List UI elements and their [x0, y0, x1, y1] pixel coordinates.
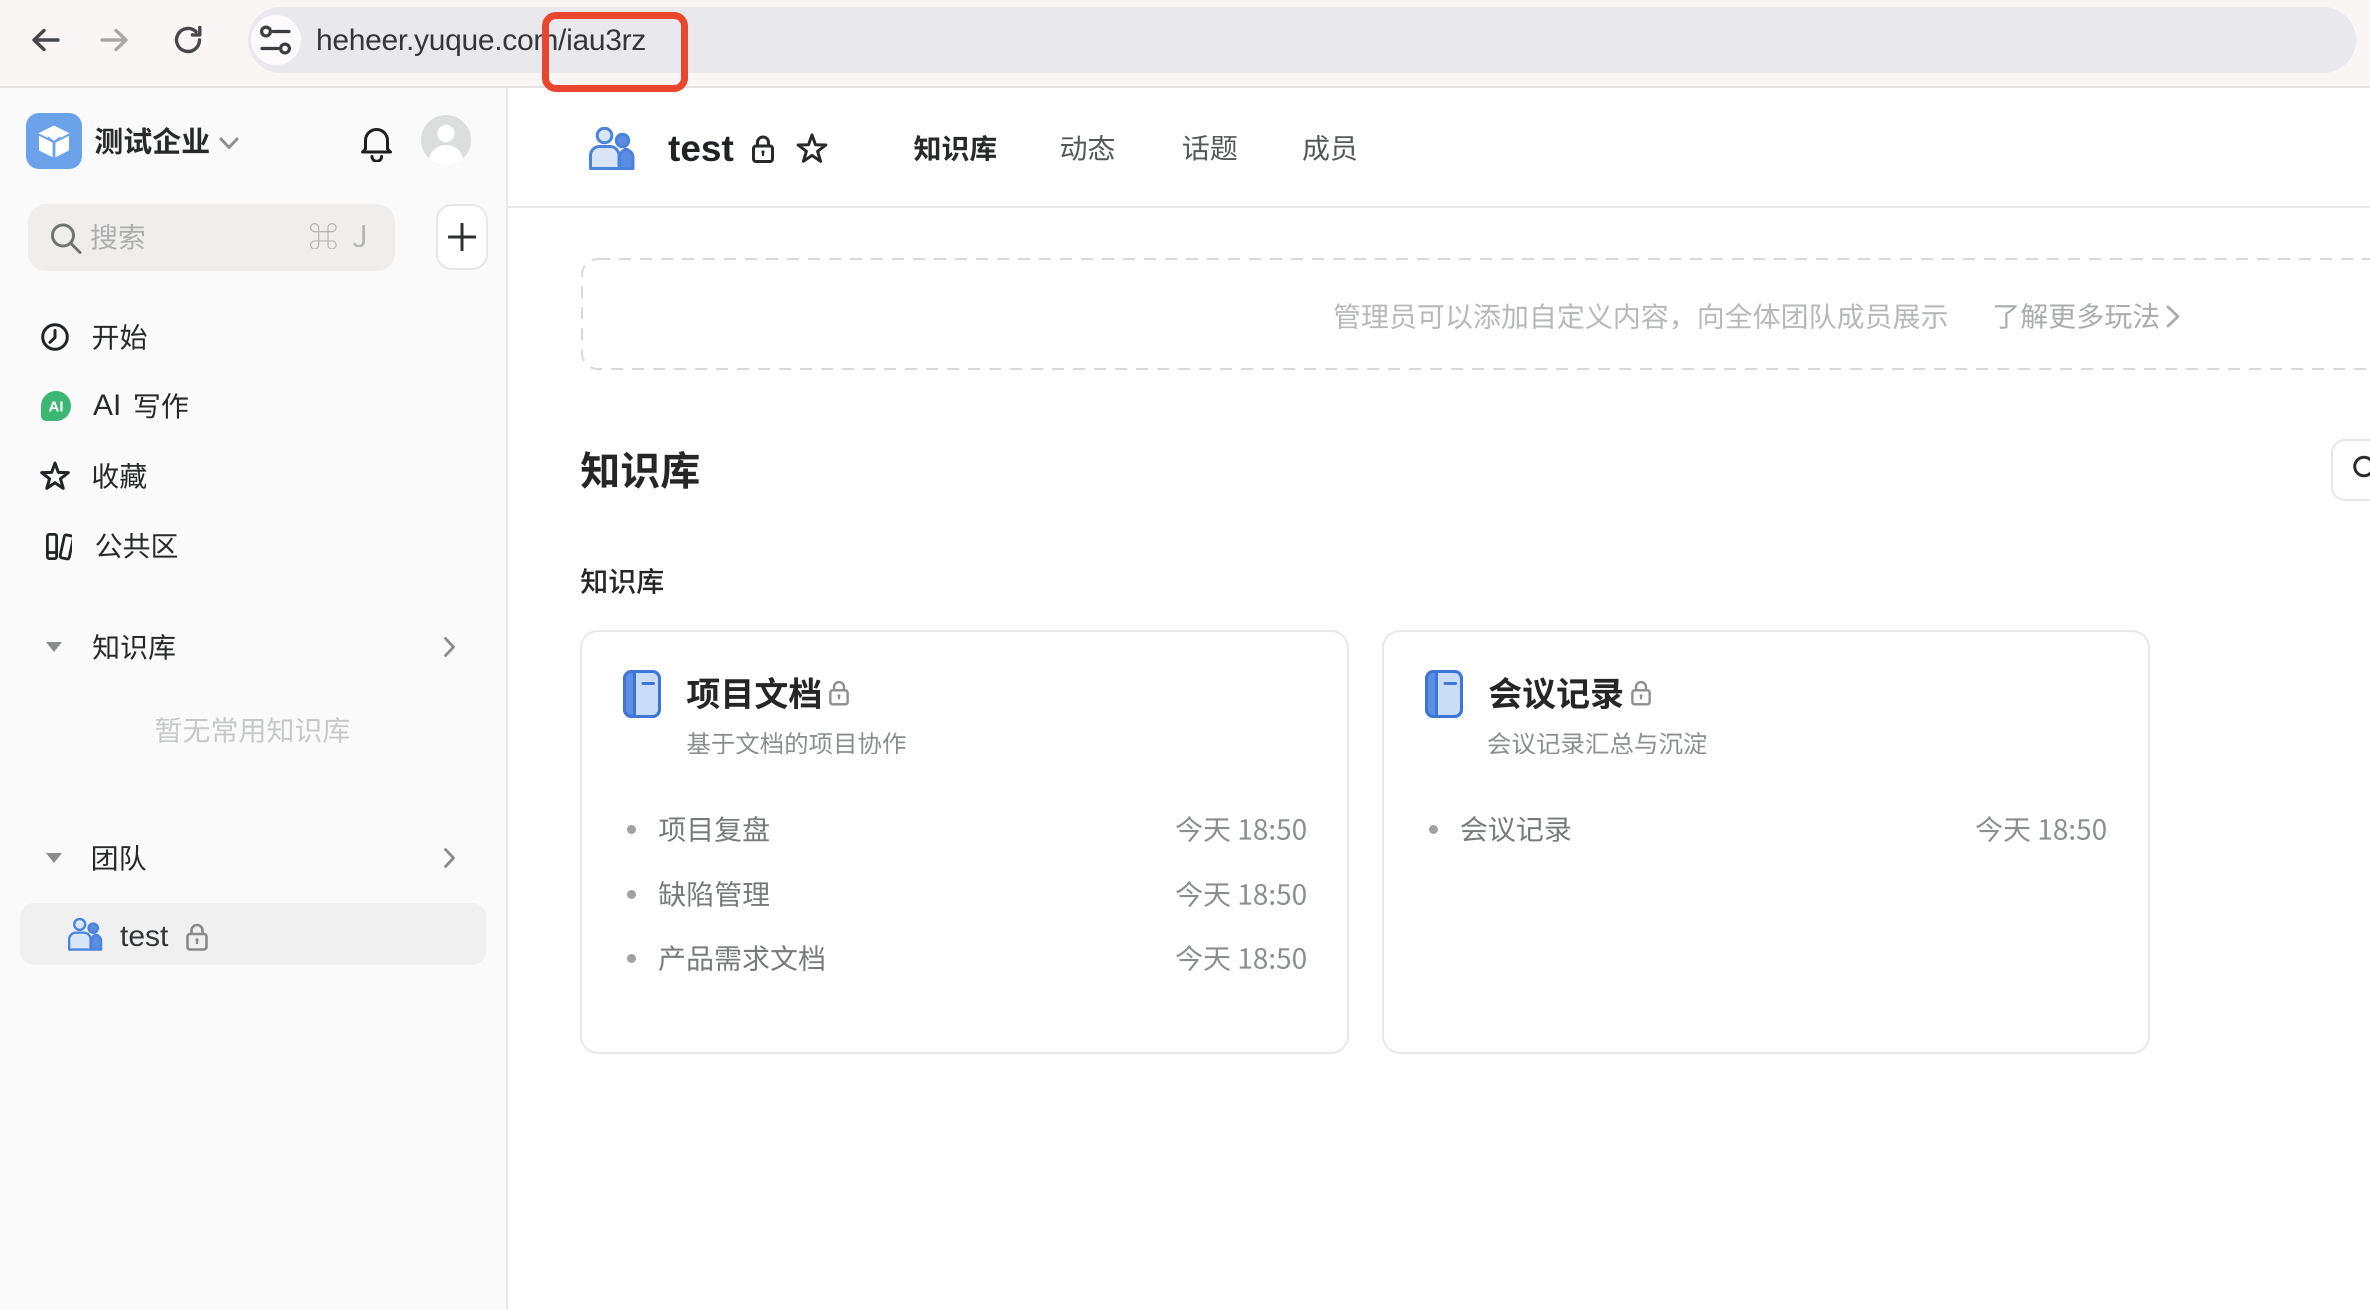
svg-text:AI: AI — [49, 399, 64, 416]
